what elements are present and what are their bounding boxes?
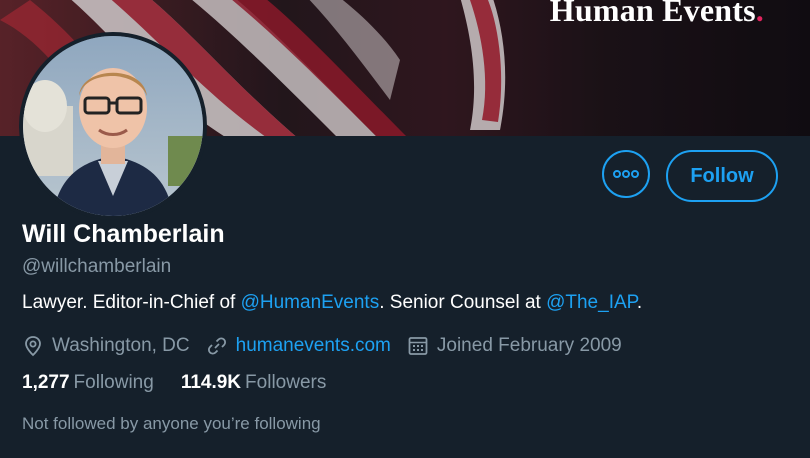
profile-photo bbox=[23, 36, 203, 216]
profile-bio: Lawyer. Editor-in-Chief of @HumanEvents.… bbox=[22, 292, 643, 313]
location: Washington, DC bbox=[22, 335, 190, 357]
join-date: Joined February 2009 bbox=[407, 335, 622, 357]
link-icon bbox=[206, 335, 228, 357]
followers-count: 114.9K bbox=[180, 372, 242, 393]
more-options-button[interactable] bbox=[602, 150, 650, 198]
followers-stat[interactable]: 114.9K Followers bbox=[181, 372, 327, 394]
following-count: 1,277 bbox=[22, 372, 70, 393]
followers-label: Followers bbox=[245, 372, 327, 393]
follow-button[interactable]: Follow bbox=[666, 150, 778, 202]
more-horizontal-icon bbox=[613, 170, 639, 178]
followed-by-note: Not followed by anyone you’re following bbox=[22, 414, 321, 433]
website: humanevents.com bbox=[206, 335, 391, 357]
following-label: Following bbox=[73, 372, 154, 393]
follow-button-label: Follow bbox=[690, 164, 754, 187]
banner-title: Human Events. bbox=[549, 0, 764, 28]
display-name: Will Chamberlain bbox=[22, 220, 225, 248]
profile-stats: 1,277 Following 114.9K Followers bbox=[22, 372, 353, 394]
profile-meta: Washington, DC humanevents.com Joined Fe… bbox=[22, 333, 638, 359]
mention-the-iap[interactable]: @The_IAP bbox=[546, 292, 637, 313]
user-handle: @willchamberlain bbox=[22, 256, 172, 277]
location-text: Washington, DC bbox=[52, 335, 190, 356]
mention-humanevents[interactable]: @HumanEvents bbox=[241, 292, 380, 313]
following-stat[interactable]: 1,277 Following bbox=[22, 372, 154, 394]
location-pin-icon bbox=[22, 335, 44, 357]
calendar-icon bbox=[407, 335, 429, 357]
avatar[interactable] bbox=[19, 32, 207, 220]
website-link[interactable]: humanevents.com bbox=[236, 335, 391, 357]
join-date-text: Joined February 2009 bbox=[436, 335, 622, 356]
